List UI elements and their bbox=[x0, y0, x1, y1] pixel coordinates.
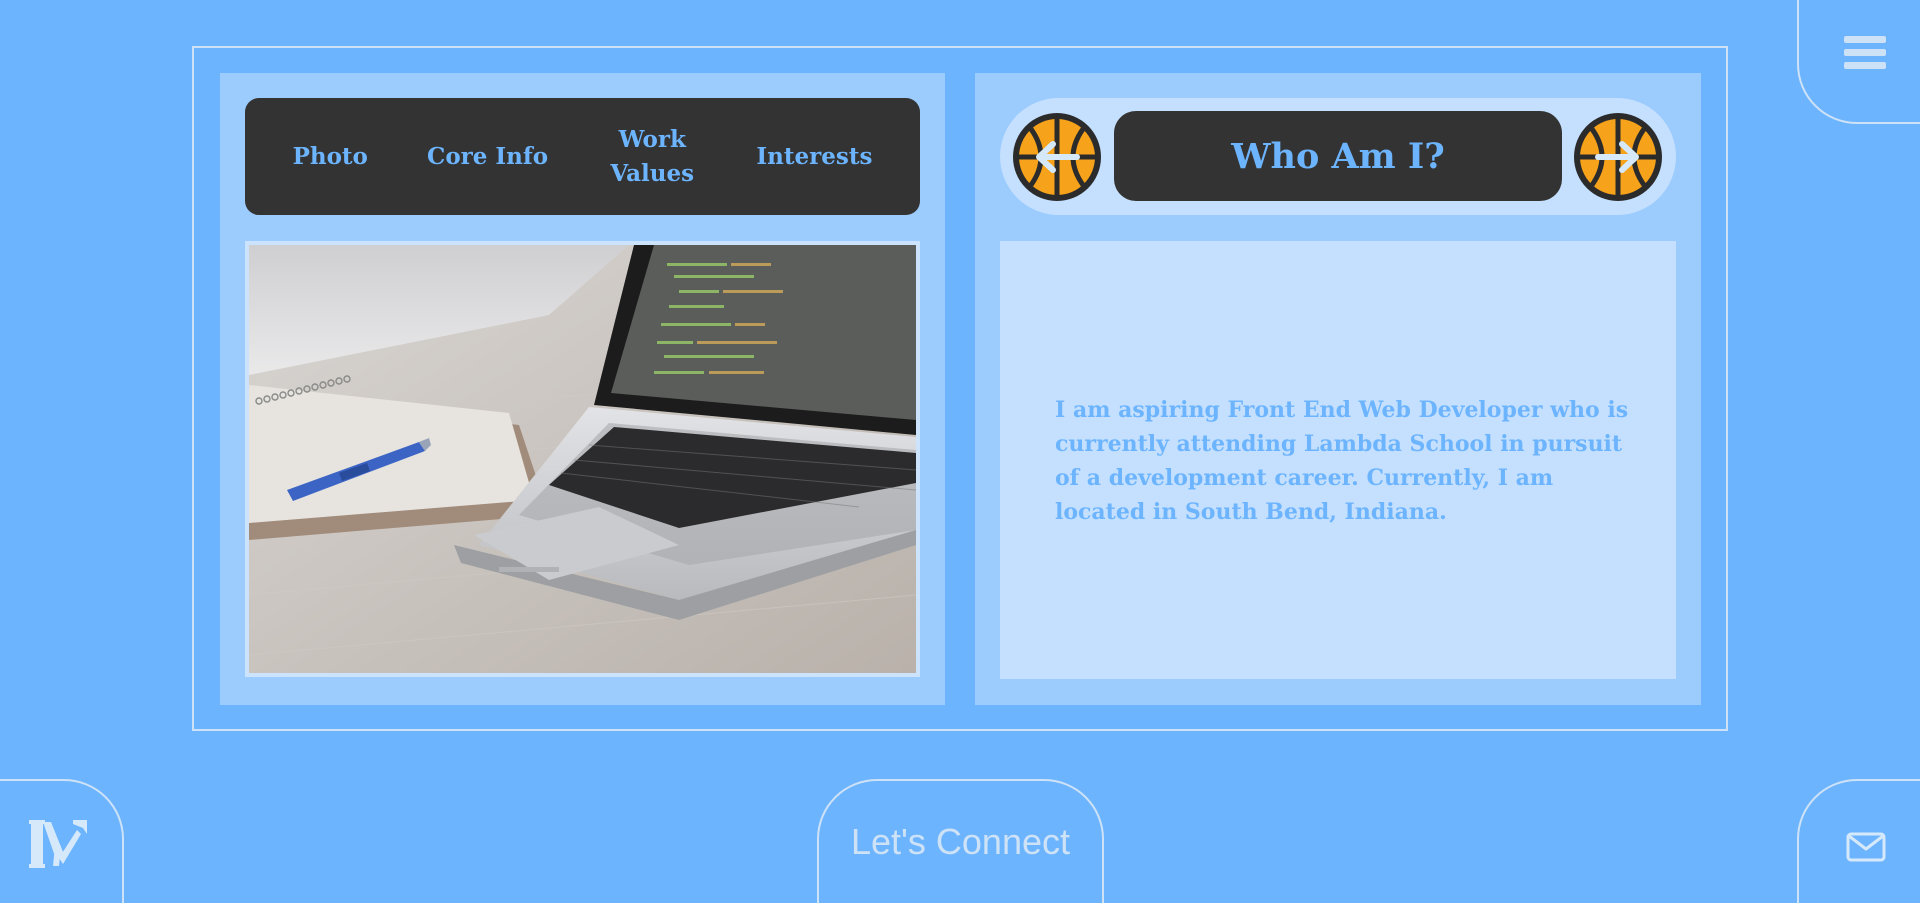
hamburger-menu-icon[interactable] bbox=[1844, 36, 1886, 72]
basketball-arrow-right-icon[interactable] bbox=[1572, 111, 1664, 203]
section-title-box: Who Am I? bbox=[1114, 111, 1562, 201]
content-card: I am aspiring Front End Web Developer wh… bbox=[1000, 241, 1676, 679]
lets-connect-label: Let's Connect bbox=[850, 821, 1070, 862]
brand-logo-icon[interactable] bbox=[29, 816, 89, 872]
mail-icon[interactable] bbox=[1846, 832, 1886, 862]
lets-connect-button[interactable]: Let's Connect bbox=[817, 779, 1104, 903]
nav-item-core-info[interactable]: Core Info bbox=[427, 140, 548, 174]
section-title: Who Am I? bbox=[1231, 135, 1445, 177]
photo-frame bbox=[245, 241, 920, 677]
section-nav: Photo Core Info Work Values Interests bbox=[245, 98, 920, 215]
laptop-photo bbox=[249, 245, 916, 673]
nav-item-interests[interactable]: Interests bbox=[756, 140, 872, 174]
nav-item-work-values[interactable]: Work Values bbox=[607, 123, 697, 191]
nav-item-photo[interactable]: Photo bbox=[293, 140, 368, 174]
bio-text: I am aspiring Front End Web Developer wh… bbox=[1055, 397, 1629, 525]
basketball-arrow-left-icon[interactable] bbox=[1011, 111, 1103, 203]
